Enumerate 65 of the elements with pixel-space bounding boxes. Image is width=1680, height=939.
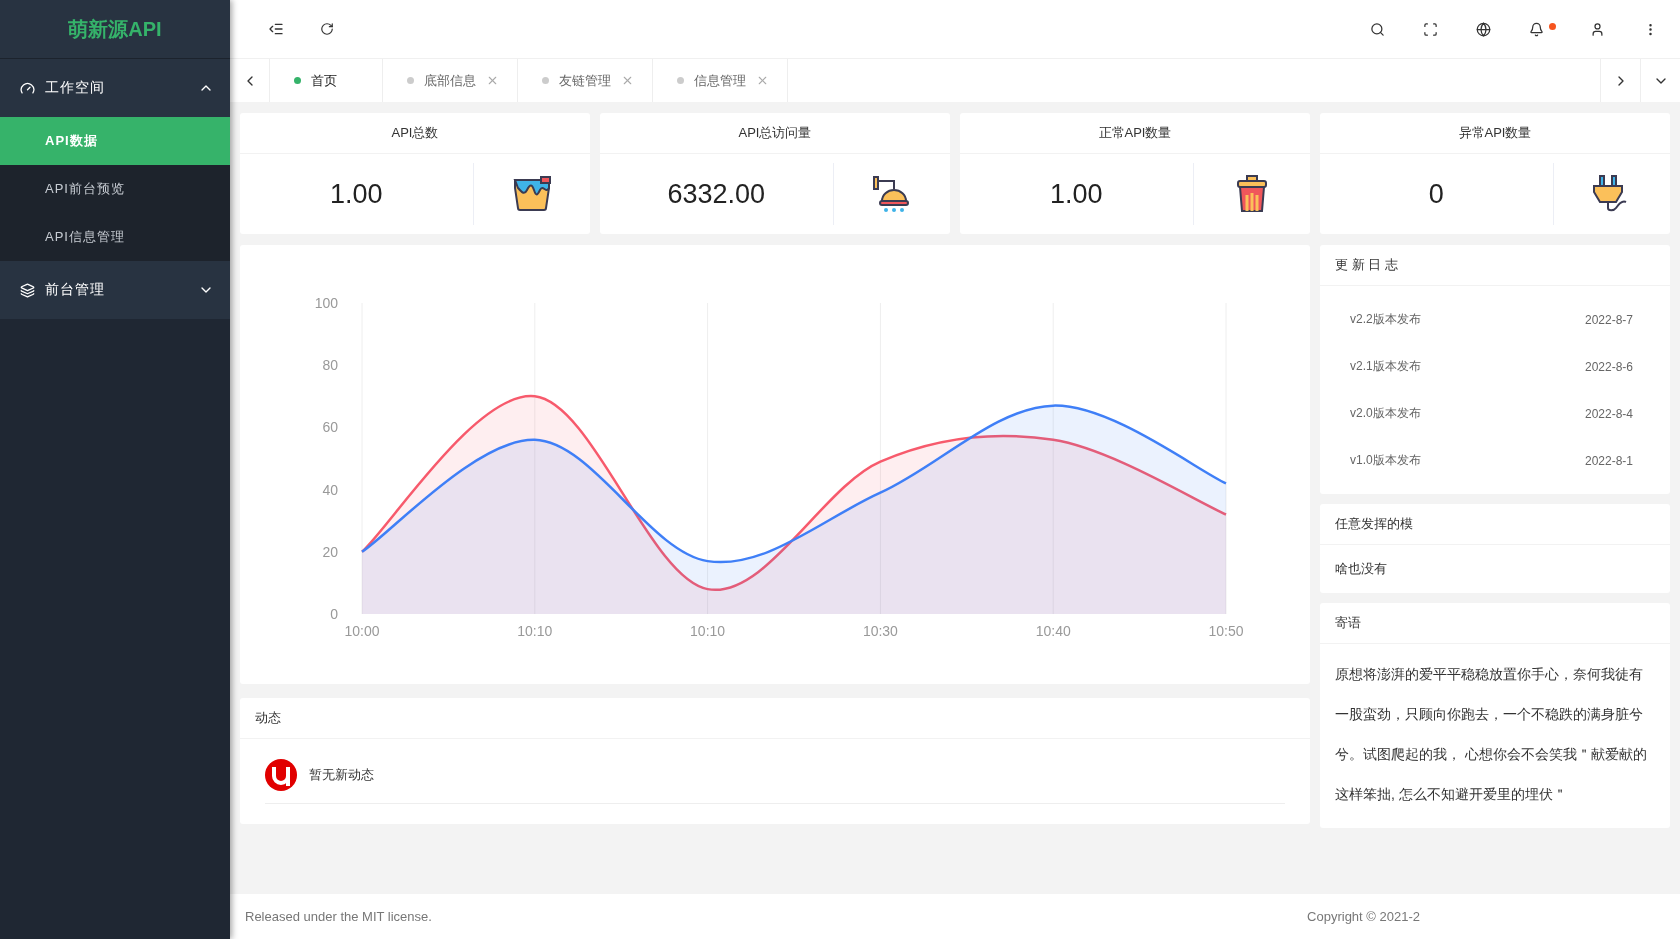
- menu-item[interactable]: API前台预览: [0, 165, 230, 213]
- menu-group-label: 工作空间: [45, 79, 106, 97]
- menu-item[interactable]: API信息管理: [0, 213, 230, 261]
- page-tab[interactable]: 友链管理: [518, 59, 653, 102]
- bell-icon: [1529, 21, 1544, 37]
- logo-icon: [265, 759, 297, 791]
- menu-group[interactable]: 前台管理: [0, 261, 230, 319]
- axis-label: 20: [322, 543, 338, 560]
- axis-label: 80: [322, 357, 338, 374]
- user-icon: [1590, 21, 1605, 37]
- axis-label: 10:10: [517, 623, 553, 639]
- page-tab[interactable]: 信息管理: [653, 59, 788, 102]
- axis-label: 10:50: [1208, 623, 1244, 639]
- card-text: 啥也没有: [1334, 560, 1388, 578]
- trash-can-icon: [1235, 175, 1268, 213]
- card-title: 动态: [240, 698, 1310, 739]
- axis-label: 10:10: [690, 623, 726, 639]
- axis-label: 0: [330, 606, 338, 622]
- lamp-icon: [871, 175, 912, 213]
- axis-label: 10:00: [344, 623, 380, 639]
- changelog-date: 2022-8-1: [1584, 453, 1633, 468]
- tab-label: 友链管理: [559, 71, 611, 90]
- stat-value: 1.00: [240, 163, 474, 225]
- changelog-entry[interactable]: v2.2版本发布: [1350, 311, 1421, 328]
- changelog-entry[interactable]: v2.1版本发布: [1350, 358, 1421, 375]
- refresh-icon: [320, 22, 334, 36]
- page-tab[interactable]: 底部信息: [383, 59, 518, 102]
- footer-text: Released under the MIT license.: [245, 909, 432, 924]
- layers-icon: [20, 282, 35, 298]
- search-icon: [1370, 21, 1385, 37]
- gauge-icon: [20, 80, 35, 96]
- changelog-entry[interactable]: v1.0版本发布: [1350, 452, 1421, 469]
- card-title: 寄语: [1320, 603, 1670, 644]
- message-text: 原想将澎湃的爱平平稳稳放置你手心，奈何我徒有一股蛮劲，只顾向你跑去，一个不稳跌的满身脏兮兮。试图爬起的我， 心想你会不会笑我＂献爱献的这样笨拙, 怎么不知避开爱里的埋伏＂: [1334, 665, 1648, 804]
- axis-label: 40: [322, 481, 338, 498]
- changelog-date: 2022-8-4: [1584, 406, 1633, 421]
- stat-value: 6332.00: [600, 163, 834, 225]
- changelog-entry[interactable]: v2.0版本发布: [1350, 405, 1421, 422]
- stat-title: API总数: [240, 113, 590, 154]
- tab-label: 底部信息: [424, 71, 476, 90]
- stat-title: 异常API数量: [1320, 113, 1670, 154]
- menu-group-label: 前台管理: [45, 281, 106, 299]
- stat-value: 1.00: [960, 163, 1194, 225]
- logo-text: 萌新源API: [68, 16, 162, 42]
- fullscreen-icon: [1423, 21, 1438, 37]
- paint-bucket-icon: [511, 176, 552, 212]
- card-title: 任意发挥的模: [1320, 504, 1670, 545]
- axis-label: 10:30: [862, 623, 898, 639]
- globe-icon: [1476, 21, 1491, 37]
- menu-fold-icon: [268, 21, 284, 37]
- axis-label: 60: [322, 419, 338, 436]
- menu-group[interactable]: 工作空间: [0, 59, 230, 117]
- tab-label: 信息管理: [694, 71, 746, 90]
- copyright-text: Copyright © 2021-2: [1307, 909, 1420, 924]
- activity-text: 暂无新动态: [309, 766, 374, 784]
- card-title: 更 新 日 志: [1320, 245, 1670, 286]
- changelog-date: 2022-8-7: [1584, 312, 1633, 327]
- tab-label: 首页: [311, 71, 337, 90]
- axis-label: 100: [314, 295, 338, 311]
- stat-title: API总访问量: [600, 113, 950, 154]
- axis-label: 10:40: [1035, 623, 1071, 639]
- stat-title: 正常API数量: [960, 113, 1310, 154]
- page-tab[interactable]: 首页: [270, 59, 383, 102]
- changelog-date: 2022-8-6: [1584, 359, 1633, 374]
- stat-value: 0: [1320, 163, 1554, 225]
